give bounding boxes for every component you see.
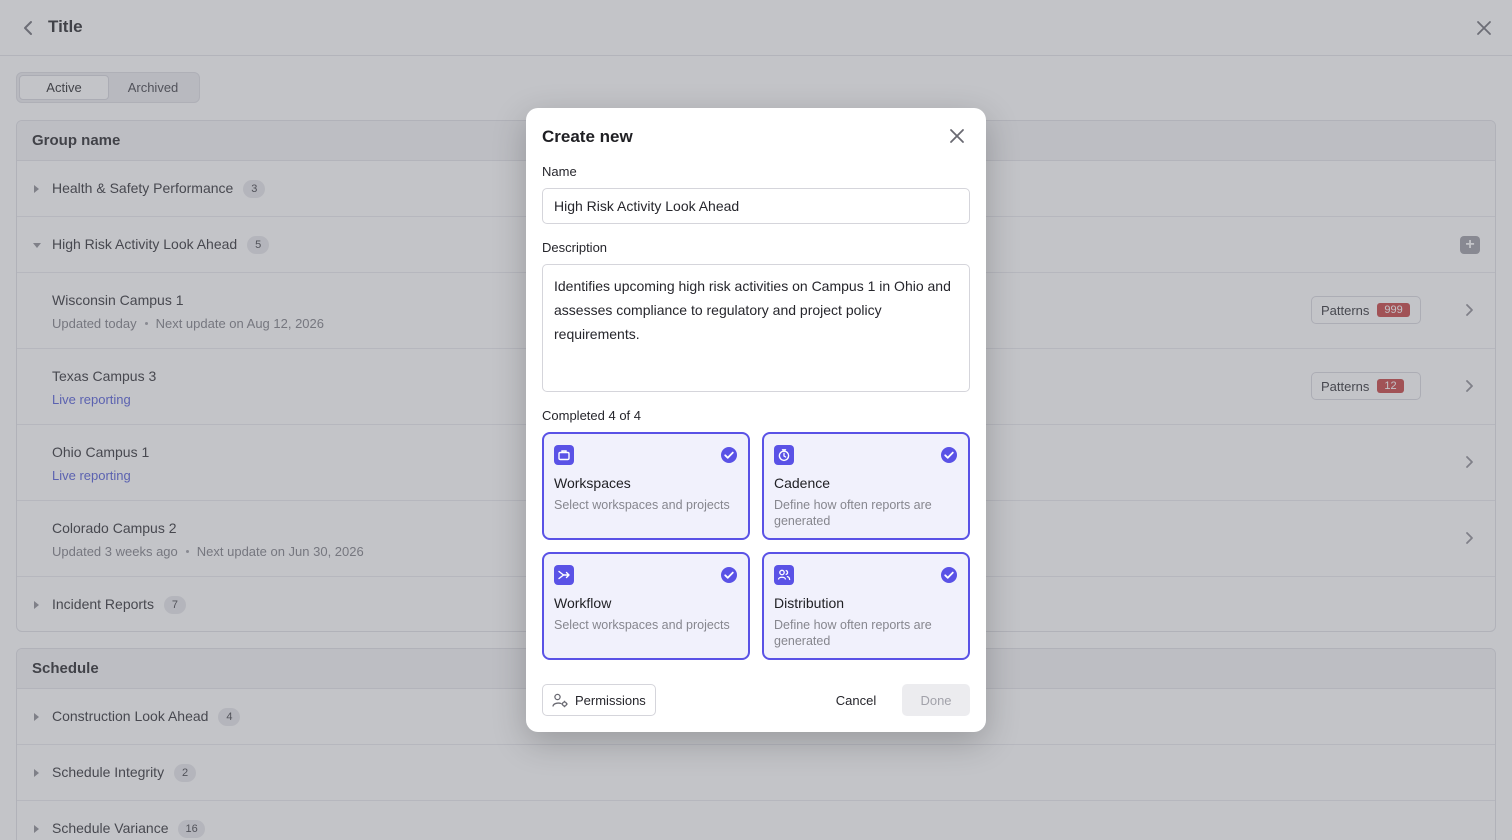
card-description: Select workspaces and projects <box>554 618 730 632</box>
name-label: Name <box>542 164 577 179</box>
card-description: Select workspaces and projects <box>554 498 730 512</box>
description-textarea[interactable]: Identifies upcoming high risk activities… <box>542 264 970 392</box>
check-circle-icon <box>941 567 957 583</box>
workflow-card[interactable]: Workflow Select workspaces and projects <box>542 552 750 660</box>
card-description: Define how often reports are generated <box>774 498 932 528</box>
card-title: Workflow <box>554 595 612 611</box>
permissions-label: Permissions <box>575 692 646 708</box>
card-title: Cadence <box>774 475 831 491</box>
progress-label: Completed 4 of 4 <box>542 408 642 423</box>
briefcase-icon <box>554 445 574 465</box>
create-new-dialog: Create new Name Description Identifies u… <box>526 108 986 732</box>
check-circle-icon <box>941 447 957 463</box>
card-title: Distribution <box>774 595 845 611</box>
check-circle-icon <box>721 447 737 463</box>
check-circle-icon <box>721 567 737 583</box>
done-button[interactable]: Done <box>902 684 970 716</box>
card-title: Workspaces <box>554 475 631 491</box>
merge-arrow-icon <box>554 565 574 585</box>
name-input[interactable] <box>542 188 970 224</box>
close-icon[interactable] <box>948 127 966 145</box>
users-icon <box>774 565 794 585</box>
cadence-card[interactable]: Cadence Define how often reports are gen… <box>762 432 970 540</box>
distribution-card[interactable]: Distribution Define how often reports ar… <box>762 552 970 660</box>
dialog-title: Create new <box>542 127 633 146</box>
cancel-button[interactable]: Cancel <box>822 684 890 716</box>
card-description: Define how often reports are generated <box>774 618 932 648</box>
user-gear-icon <box>552 693 568 707</box>
permissions-button[interactable]: Permissions <box>542 684 656 716</box>
workspaces-card[interactable]: Workspaces Select workspaces and project… <box>542 432 750 540</box>
description-label: Description <box>542 240 608 255</box>
stopwatch-icon <box>774 445 794 465</box>
